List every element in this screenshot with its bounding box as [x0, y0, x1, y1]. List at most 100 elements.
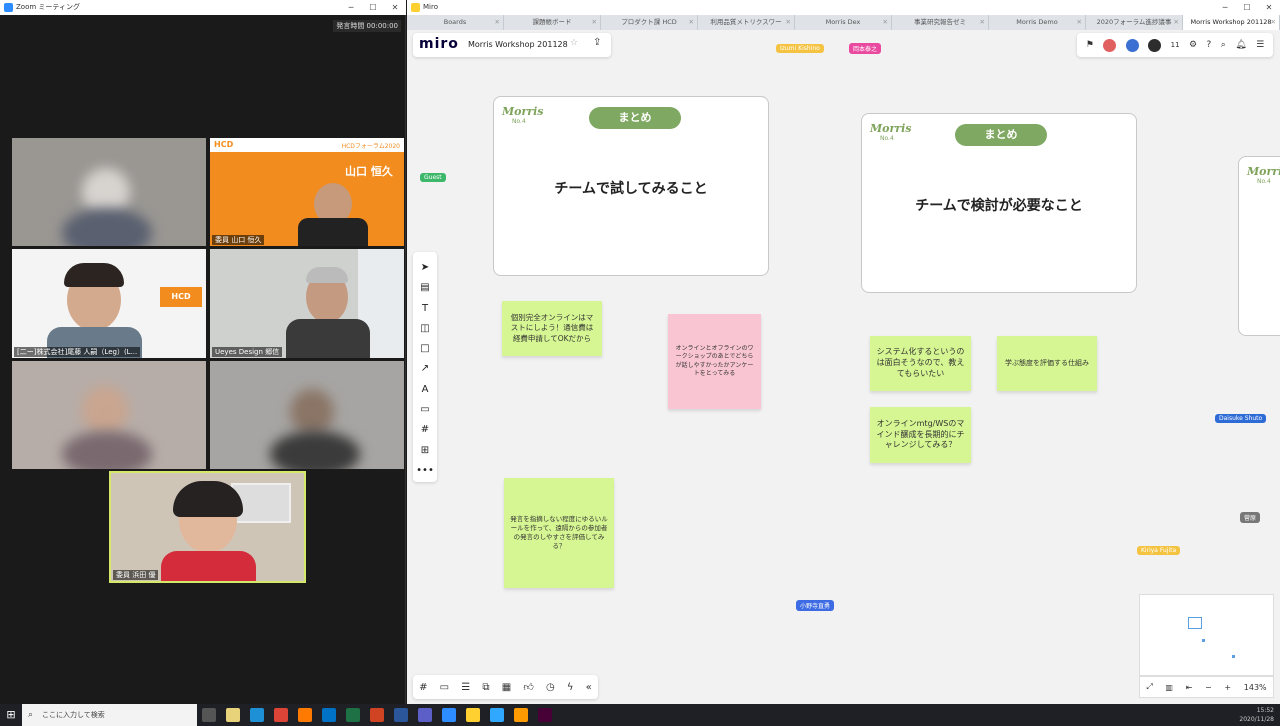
firefox-icon[interactable] — [298, 708, 312, 722]
sticky-note[interactable]: 発言を指摘しない程度にゆるいルールを作って、遠隔からの参加者の発言のしやすさを評… — [504, 478, 614, 588]
tab-current-board[interactable]: Morris Workshop 201128 ✕ — [1183, 15, 1280, 30]
windows-start-icon[interactable]: ⊞ — [0, 704, 22, 726]
more-tools-icon[interactable]: ••• — [416, 461, 434, 481]
photoshop-icon[interactable] — [490, 708, 504, 722]
notifications-icon[interactable]: 🔔︎ — [1235, 40, 1246, 50]
templates-icon[interactable]: ▤ — [420, 278, 429, 298]
video-tile[interactable]: HCD [二ー]株式会社]尾藤 人嗣（Leg）(L... — [12, 249, 206, 358]
tab-board[interactable]: プロダクト課 HCD ✕ — [601, 15, 698, 30]
close-tab-icon[interactable]: ✕ — [1271, 15, 1276, 30]
star-icon[interactable]: ☆ — [570, 38, 578, 48]
board-menu-icon[interactable]: ☰ — [1256, 40, 1264, 50]
sticky-note[interactable]: 学ぶ態度を評価する仕組み — [997, 336, 1097, 391]
video-tile[interactable] — [12, 138, 206, 246]
tab-board[interactable]: 2020フォーラム進捗議事 ✕ — [1086, 15, 1183, 30]
sticky-note[interactable]: オンラインmtg/WSのマインド醸成を長期的にチャレンジしてみる？ — [870, 407, 971, 463]
avatar[interactable] — [1148, 38, 1162, 52]
board-name[interactable]: Morris Workshop 201128 — [468, 40, 568, 49]
minimize-icon[interactable]: ─ — [1214, 0, 1236, 15]
cursor-follow-icon[interactable]: ⚑ — [1086, 40, 1094, 50]
reactions-icon[interactable]: 👍︎ — [523, 681, 533, 693]
maximize-icon[interactable]: ☐ — [1236, 0, 1258, 15]
file-explorer-icon[interactable] — [226, 708, 240, 722]
teams-icon[interactable] — [418, 708, 432, 722]
outlook-icon[interactable] — [322, 708, 336, 722]
sticky-note[interactable]: システム化するというのは面白そうなので、教えてもらいたい — [870, 336, 971, 391]
close-tab-icon[interactable]: ✕ — [786, 15, 791, 30]
pen-tool-icon[interactable]: A — [422, 380, 429, 400]
tab-board[interactable]: Morris Dex ✕ — [795, 15, 892, 30]
summary-frame[interactable]: Morris No.4 まとめ チームで検討が必要なこと — [861, 113, 1137, 293]
sticky-note[interactable]: 個別完全オンラインはマストにしよう！通信費は経費申請してOKだから — [502, 301, 602, 356]
screen-share-icon[interactable]: ⧉ — [482, 682, 489, 693]
close-tab-icon[interactable]: ✕ — [495, 15, 500, 30]
select-tool-icon[interactable]: ➤ — [421, 258, 429, 278]
sticky-note-tool-icon[interactable]: ◫ — [420, 319, 429, 339]
summary-frame[interactable]: Morris No.4 まとめ チームで試してみること — [493, 96, 769, 276]
zoom-in-button[interactable]: + — [1224, 683, 1231, 692]
video-tile[interactable] — [210, 361, 404, 469]
close-tab-icon[interactable]: ✕ — [980, 15, 985, 30]
share-upload-icon[interactable]: ⇪ — [593, 37, 601, 48]
word-icon[interactable] — [394, 708, 408, 722]
participant-count[interactable]: 11 — [1171, 41, 1180, 49]
minimize-icon[interactable]: ─ — [340, 0, 362, 15]
comment-tool-icon[interactable]: ▭ — [420, 400, 429, 420]
illustrator-icon[interactable] — [514, 708, 528, 722]
excel-icon[interactable] — [346, 708, 360, 722]
tab-board[interactable]: 課題帳ボード ✕ — [504, 15, 601, 30]
video-tile-active-speaker[interactable]: 委員 浜田 優 — [109, 471, 306, 583]
help-icon[interactable]: ? — [1207, 40, 1212, 50]
text-tool-icon[interactable]: T — [422, 299, 428, 319]
tab-boards[interactable]: Boards ✕ — [407, 15, 504, 30]
fit-screen-icon[interactable]: ⤢ — [1146, 682, 1152, 692]
task-view-icon[interactable] — [202, 708, 216, 722]
chrome-icon[interactable] — [274, 708, 288, 722]
tab-board[interactable]: Morris Demo ✕ — [989, 15, 1086, 30]
comments-icon[interactable]: ▭ — [440, 682, 449, 693]
sticky-note[interactable]: オンラインとオフラインのワークショップのあとでどちらが話しやすかったかアンケート… — [668, 314, 761, 409]
chat-icon[interactable]: ☰ — [461, 682, 470, 693]
card-icon[interactable]: ▦ — [502, 682, 511, 693]
settings-sliders-icon[interactable]: ⚙ — [1189, 40, 1197, 50]
timer-icon[interactable]: ◷ — [546, 682, 555, 693]
upload-tool-icon[interactable]: ⊞ — [421, 441, 429, 461]
close-tab-icon[interactable]: ✕ — [1174, 15, 1179, 30]
zoom-taskbar-icon[interactable] — [442, 708, 456, 722]
dreamweaver-icon[interactable] — [538, 708, 552, 722]
zoom-out-button[interactable]: − — [1205, 683, 1212, 692]
maximize-icon[interactable]: ☐ — [362, 0, 384, 15]
video-tile[interactable]: HCD HCDフォーラム2020 山口 恒久 委員 山口 恒久 — [210, 138, 404, 246]
close-tab-icon[interactable]: ✕ — [1077, 15, 1082, 30]
close-icon[interactable]: ✕ — [384, 0, 406, 15]
miro-logo[interactable]: miro — [419, 36, 459, 52]
search-icon[interactable]: ⌕ — [1221, 40, 1226, 50]
fit-width-icon[interactable]: ⇤ — [1186, 683, 1193, 692]
avatar[interactable] — [1125, 38, 1139, 52]
close-tab-icon[interactable]: ✕ — [883, 15, 888, 30]
cursor-name: Kiriya Fujita — [1141, 547, 1177, 554]
miro-taskbar-icon[interactable] — [466, 708, 480, 722]
close-tab-icon[interactable]: ✕ — [592, 15, 597, 30]
voting-icon[interactable]: ϟ — [567, 682, 574, 693]
powerpoint-icon[interactable] — [370, 708, 384, 722]
minimap[interactable] — [1139, 594, 1274, 676]
shape-tool-icon[interactable]: □ — [420, 339, 429, 359]
close-icon[interactable]: ✕ — [1258, 0, 1280, 15]
edge-icon[interactable] — [250, 708, 264, 722]
frame-tool-icon[interactable]: # — [421, 420, 429, 440]
connector-tool-icon[interactable]: ↗ — [421, 359, 429, 379]
tab-board[interactable]: 事業研究報告ゼミ ✕ — [892, 15, 989, 30]
collapse-icon[interactable]: « — [586, 682, 592, 693]
video-tile[interactable]: Ueyes Design 郷信 — [210, 249, 404, 358]
tab-board[interactable]: 利用品質メトリクスワー ✕ — [698, 15, 795, 30]
close-tab-icon[interactable]: ✕ — [689, 15, 694, 30]
taskbar-search-input[interactable]: ⌕ ここに入力して検索 — [22, 704, 197, 726]
avatar[interactable] — [1103, 38, 1117, 52]
summary-frame[interactable]: Morris No.4 — [1238, 156, 1280, 336]
zoom-level[interactable]: 143% — [1244, 683, 1267, 692]
frames-icon[interactable]: # — [419, 682, 427, 693]
system-tray[interactable]: 15:52 2020/11/28 — [1239, 706, 1274, 724]
map-icon[interactable]: ▥ — [1165, 683, 1173, 692]
video-tile[interactable] — [12, 361, 206, 469]
